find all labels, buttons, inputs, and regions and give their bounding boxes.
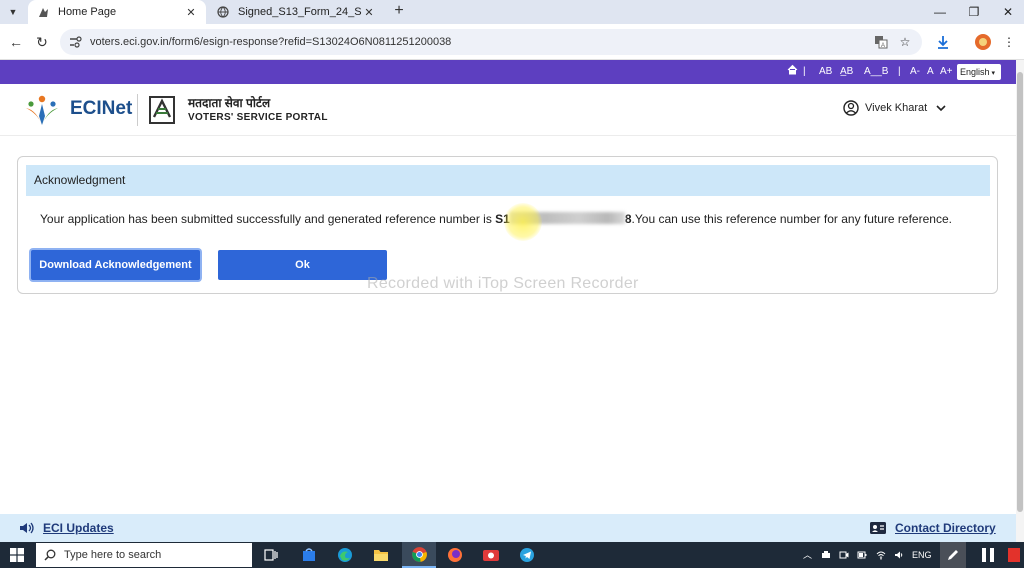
mouse-cursor-highlight xyxy=(504,203,542,241)
address-bar[interactable]: voters.eci.gov.in/form6/esign-response?r… xyxy=(60,29,922,55)
translate-icon[interactable]: A xyxy=(872,33,890,51)
eci-favicon-icon xyxy=(36,5,50,19)
font-style-normal[interactable]: AB xyxy=(819,60,832,84)
font-size-normal[interactable]: A xyxy=(927,60,934,84)
minimize-button[interactable]: — xyxy=(924,2,956,22)
browser-menu-icon[interactable]: ⋮ xyxy=(998,31,1020,53)
volume-icon[interactable] xyxy=(894,550,904,560)
windows-taskbar: Type here to search ︿ ENG xyxy=(0,542,1024,568)
ok-button[interactable]: Ok xyxy=(218,250,387,280)
pause-recording-icon[interactable] xyxy=(982,548,986,562)
speaker-icon xyxy=(20,522,34,534)
input-language-indicator[interactable]: ENG xyxy=(912,542,932,568)
footer-bar: ECI Updates Contact Directory xyxy=(0,514,1016,542)
file-explorer-icon[interactable] xyxy=(372,546,390,564)
site-header: ECINet मतदाता सेवा पोर्टल VOTERS' SERVIC… xyxy=(0,84,1016,136)
close-tab-icon[interactable]: ✕ xyxy=(362,6,376,19)
close-tab-icon[interactable]: ✕ xyxy=(184,6,198,19)
svg-text:A: A xyxy=(881,43,885,49)
user-menu[interactable]: Vivek Kharat xyxy=(843,100,947,116)
acknowledgment-message: Your application has been submitted succ… xyxy=(40,212,952,226)
bookmark-star-icon[interactable]: ☆ xyxy=(896,33,914,51)
windows-start-icon[interactable] xyxy=(10,548,24,562)
scrollbar-thumb[interactable] xyxy=(1017,72,1023,512)
show-hidden-icons-chevron-icon[interactable]: ︿ xyxy=(803,542,812,568)
portal-title-hindi: मतदाता सेवा पोर्टल xyxy=(188,96,271,110)
font-size-decrease[interactable]: A- xyxy=(910,60,920,84)
meet-now-icon[interactable] xyxy=(839,550,849,560)
user-avatar-icon xyxy=(843,100,859,116)
contact-directory-link[interactable]: Contact Directory xyxy=(895,514,996,542)
screen-recorder-icon[interactable] xyxy=(482,546,500,564)
pen-icon xyxy=(948,550,958,560)
font-style-spaced[interactable]: A__B xyxy=(864,60,888,84)
font-size-increase[interactable]: A+ xyxy=(940,60,953,84)
tab-title: Home Page xyxy=(58,6,117,18)
tab-home-page[interactable]: Home Page ✕ xyxy=(28,0,206,24)
tab-signed-form[interactable]: Signed_S13_Form_24_S13024O ✕ xyxy=(208,0,384,24)
download-acknowledgement-button[interactable]: Download Acknowledgement xyxy=(31,250,200,280)
contact-card-icon xyxy=(870,522,886,534)
accessibility-bar: | AB A̲B A__B | A- A A+ English ▾ xyxy=(0,60,1016,84)
download-icon[interactable] xyxy=(932,31,954,53)
voters-portal-logo xyxy=(149,96,175,124)
printer-icon[interactable] xyxy=(821,550,831,560)
profile-avatar-icon[interactable] xyxy=(972,31,994,53)
back-arrow-icon[interactable]: ← xyxy=(6,32,26,52)
pen-workspace-button[interactable] xyxy=(940,542,966,568)
search-icon xyxy=(44,549,56,561)
firefox-browser-icon[interactable] xyxy=(446,546,464,564)
site-settings-icon[interactable] xyxy=(68,35,82,49)
portal-title-english: VOTERS' SERVICE PORTAL xyxy=(188,112,328,123)
header-divider xyxy=(137,94,138,126)
acknowledgment-heading: Acknowledgment xyxy=(26,165,990,196)
stop-recording-icon[interactable] xyxy=(1008,548,1020,562)
wifi-icon[interactable] xyxy=(876,550,886,560)
globe-icon xyxy=(216,5,230,19)
restore-button[interactable]: ❐ xyxy=(958,2,990,22)
task-view-icon[interactable] xyxy=(262,546,280,564)
font-style-underline[interactable]: A̲B xyxy=(840,60,853,84)
home-icon[interactable] xyxy=(787,60,798,84)
taskbar-search-box[interactable]: Type here to search xyxy=(36,543,252,567)
chevron-down-icon xyxy=(936,105,946,112)
chevron-down-icon: ▼ xyxy=(8,7,18,17)
brand-name: ECINet xyxy=(70,98,133,119)
browser-tab-strip: ▼ Home Page ✕ Signed_S13_Form_24_S13024O… xyxy=(0,0,1024,24)
pause-recording-icon-bar[interactable] xyxy=(990,548,994,562)
page-scrollbar[interactable] xyxy=(1016,60,1024,542)
ecinet-logo[interactable] xyxy=(22,92,62,128)
tab-title: Signed_S13_Form_24_S13024O xyxy=(238,6,362,18)
chevron-down-icon: ▾ xyxy=(989,70,995,77)
edge-browser-icon[interactable] xyxy=(336,546,354,564)
eci-updates-link[interactable]: ECI Updates xyxy=(43,514,114,542)
reload-icon[interactable]: ↻ xyxy=(32,32,52,52)
taskbar-search-placeholder: Type here to search xyxy=(64,549,162,561)
browser-toolbar: ← ↻ voters.eci.gov.in/form6/esign-respon… xyxy=(0,24,1024,60)
language-select[interactable]: English ▾ xyxy=(957,64,1001,80)
battery-icon[interactable] xyxy=(857,550,867,560)
new-tab-button[interactable]: + xyxy=(390,3,408,21)
recorder-watermark: Recorded with iTop Screen Recorder xyxy=(367,275,639,292)
tab-search-button[interactable]: ▼ xyxy=(4,3,22,21)
telegram-icon[interactable] xyxy=(518,546,536,564)
url-text: voters.eci.gov.in/form6/esign-response?r… xyxy=(90,36,452,48)
user-name: Vivek Kharat xyxy=(865,102,928,114)
chrome-browser-icon[interactable] xyxy=(402,542,436,568)
close-window-button[interactable]: ✕ xyxy=(992,2,1024,22)
store-app-icon[interactable] xyxy=(300,546,318,564)
